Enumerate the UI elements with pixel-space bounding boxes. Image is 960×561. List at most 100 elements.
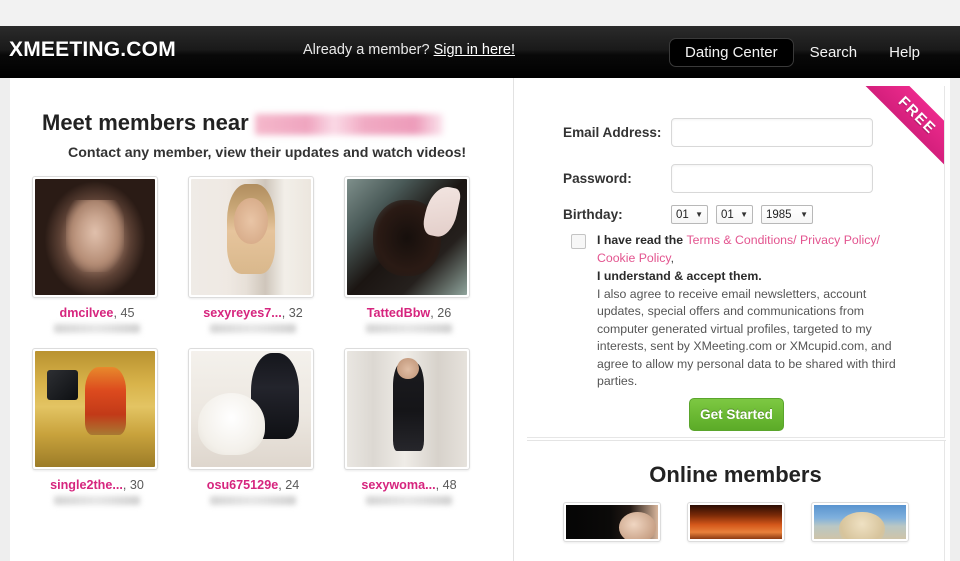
- member-photo: [191, 351, 311, 467]
- online-member-card[interactable]: [686, 502, 785, 542]
- page-root: XMEETING.COM Already a member? Sign in h…: [0, 0, 960, 561]
- member-prompt: Already a member? Sign in here!: [303, 42, 515, 58]
- page-top-margin: [0, 0, 960, 26]
- member-photo-frame[interactable]: [344, 348, 470, 470]
- member-card[interactable]: sexyreyes7..., 32: [188, 176, 318, 333]
- member-card[interactable]: sexywoma..., 48: [344, 348, 474, 505]
- terms-comma: ,: [670, 250, 675, 265]
- member-meta: osu675129e, 24: [188, 478, 318, 492]
- member-location-redacted: [210, 324, 296, 333]
- top-navigation-bar: XMEETING.COM Already a member? Sign in h…: [0, 26, 960, 78]
- terms-text: I have read the Terms & Conditions/ Priv…: [597, 232, 899, 391]
- terms-lead: I have read the: [597, 233, 687, 247]
- online-member-card[interactable]: [562, 502, 661, 542]
- member-meta: single2the..., 30: [32, 478, 162, 492]
- page-right-margin: [950, 78, 960, 561]
- page-left-margin: [0, 78, 10, 561]
- column-divider: [513, 78, 514, 561]
- nav-item-search[interactable]: Search: [794, 38, 874, 67]
- email-row: Email Address:: [563, 118, 873, 147]
- privacy-policy-link[interactable]: Privacy Policy/: [797, 233, 880, 247]
- terms-checkbox[interactable]: [571, 234, 586, 249]
- signup-panel: FREE Email Address: Password: Birthday: …: [527, 86, 945, 438]
- member-location-redacted: [210, 496, 296, 505]
- location-redacted-blur: [254, 113, 443, 135]
- birthday-label: Birthday:: [563, 207, 623, 222]
- page-subtitle: Contact any member, view their updates a…: [68, 145, 467, 161]
- member-location-redacted: [54, 496, 140, 505]
- member-photo: [35, 351, 155, 467]
- page-title-text: Meet members near: [42, 110, 249, 135]
- member-name[interactable]: single2the...: [50, 478, 123, 492]
- member-meta: dmcilvee, 45: [32, 306, 162, 320]
- member-prompt-text: Already a member?: [303, 42, 430, 58]
- signup-column: FREE Email Address: Password: Birthday: …: [527, 86, 945, 438]
- birthday-year-select[interactable]: 1985 ▼: [761, 205, 813, 224]
- terms-block: I have read the Terms & Conditions/ Priv…: [571, 232, 899, 391]
- member-location-redacted: [366, 496, 452, 505]
- online-member-photo: [689, 505, 782, 539]
- terms-body: I also agree to receive email newsletter…: [597, 286, 896, 389]
- member-age: , 32: [281, 306, 303, 320]
- chevron-down-icon: ▼: [695, 210, 703, 219]
- member-age: , 24: [278, 478, 300, 492]
- member-name[interactable]: osu675129e: [207, 478, 278, 492]
- member-name[interactable]: sexywoma...: [361, 478, 435, 492]
- cookie-policy-link[interactable]: Cookie Policy: [597, 251, 671, 265]
- members-column: Meet members near Contact any member, vi…: [10, 78, 513, 561]
- member-name[interactable]: dmcilvee: [60, 306, 114, 320]
- member-photo: [347, 351, 467, 467]
- member-age: , 30: [122, 478, 144, 492]
- birthday-month-select[interactable]: 01 ▼: [671, 205, 708, 224]
- member-photo: [347, 179, 467, 295]
- member-meta: sexywoma..., 48: [344, 478, 474, 492]
- password-field[interactable]: [671, 164, 873, 193]
- member-age: , 26: [430, 306, 452, 320]
- member-card[interactable]: osu675129e, 24: [188, 348, 318, 505]
- member-card[interactable]: dmcilvee, 45: [32, 176, 162, 333]
- birthday-day-select[interactable]: 01 ▼: [716, 205, 753, 224]
- member-meta: TattedBbw, 26: [344, 306, 474, 320]
- online-members-grid: [527, 502, 944, 542]
- online-members-panel: Online members: [527, 441, 945, 561]
- nav-item-dating-center[interactable]: Dating Center: [669, 38, 794, 67]
- member-photo: [191, 179, 311, 295]
- member-row: dmcilvee, 45 sexyreyes7..., 32 TattedBbw…: [32, 176, 502, 333]
- member-photo-frame[interactable]: [188, 348, 314, 470]
- terms-accept-line: I understand & accept them.: [597, 269, 762, 283]
- online-member-card[interactable]: [810, 502, 909, 542]
- sign-in-link[interactable]: Sign in here!: [434, 42, 515, 58]
- birthday-year-value: 1985: [766, 208, 792, 221]
- online-member-photo: [565, 505, 658, 539]
- member-photo: [35, 179, 155, 295]
- member-location-redacted: [54, 324, 140, 333]
- member-photo-frame[interactable]: [32, 176, 158, 298]
- member-card[interactable]: TattedBbw, 26: [344, 176, 474, 333]
- member-name[interactable]: sexyreyes7...: [203, 306, 281, 320]
- birthday-day-value: 01: [721, 208, 734, 221]
- nav-item-help[interactable]: Help: [873, 38, 936, 67]
- chevron-down-icon: ▼: [800, 210, 808, 219]
- member-row: single2the..., 30 osu675129e, 24 sexywom…: [32, 348, 502, 505]
- online-member-photo: [813, 505, 906, 539]
- terms-conditions-link[interactable]: Terms & Conditions/: [687, 233, 797, 247]
- password-label: Password:: [563, 171, 632, 186]
- member-photo-frame[interactable]: [32, 348, 158, 470]
- online-members-title: Online members: [649, 462, 822, 487]
- get-started-button[interactable]: Get Started: [689, 398, 784, 431]
- password-row: Password:: [563, 164, 873, 193]
- birthday-month-value: 01: [676, 208, 689, 221]
- member-meta: sexyreyes7..., 32: [188, 306, 318, 320]
- main-nav: Dating Center Search Help: [669, 38, 936, 67]
- member-photo-frame[interactable]: [188, 176, 314, 298]
- member-location-redacted: [366, 324, 452, 333]
- email-field[interactable]: [671, 118, 873, 147]
- page-title: Meet members near: [42, 110, 443, 136]
- chevron-down-icon: ▼: [740, 210, 748, 219]
- member-photo-frame[interactable]: [344, 176, 470, 298]
- member-card[interactable]: single2the..., 30: [32, 348, 162, 505]
- member-name[interactable]: TattedBbw: [367, 306, 430, 320]
- site-logo[interactable]: XMEETING.COM: [9, 38, 176, 62]
- birthday-row: Birthday: 01 ▼ 01 ▼ 1985 ▼: [563, 205, 821, 224]
- member-grid: dmcilvee, 45 sexyreyes7..., 32 TattedBbw…: [32, 176, 502, 505]
